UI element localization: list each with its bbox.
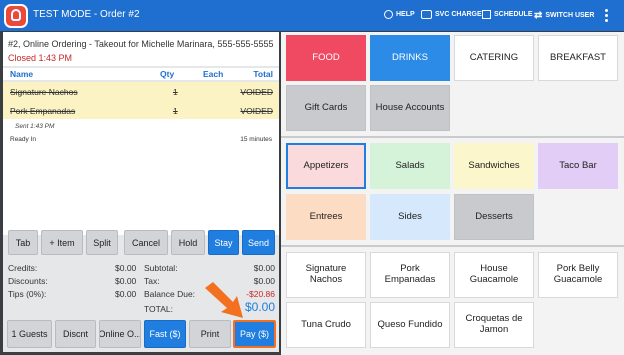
category-breakfast[interactable]: BREAKFAST — [538, 35, 618, 81]
order-item-row[interactable]: Signature Nachos 1 VOIDED — [3, 82, 279, 101]
order-columns: Name Qty Each Total — [3, 68, 279, 80]
total-label: TOTAL: — [144, 304, 173, 314]
svc-charge-button[interactable]: SVC CHARGE — [421, 10, 482, 19]
fast-pay-button[interactable]: Fast ($) — [144, 320, 186, 348]
sent-time: Sent 1:43 PM — [15, 123, 55, 130]
app-logo-icon[interactable] — [4, 4, 28, 28]
subcategory-sides[interactable]: Sides — [370, 194, 450, 240]
ready-in-label: Ready In — [10, 136, 37, 143]
cancel-button[interactable]: Cancel — [124, 230, 168, 255]
tax-value: $0.00 — [253, 276, 275, 286]
help-button[interactable]: HELP — [384, 10, 415, 19]
item-name: Pork Empanadas — [10, 106, 76, 116]
item-qty: 1 — [173, 106, 178, 116]
order-panel: #2, Online Ordering - Takeout for Michel… — [3, 32, 279, 352]
discounts-value: $0.00 — [115, 276, 137, 286]
subcategory-taco-bar[interactable]: Taco Bar — [538, 143, 618, 189]
menu-item-pork-empanadas[interactable]: Pork Empanadas — [370, 252, 450, 298]
discounts-label: Discounts: — [8, 276, 48, 286]
menu-item-croquetas-de-jamon[interactable]: Croquetas de Jamon — [454, 302, 534, 348]
guests-button[interactable]: 1 Guests — [7, 320, 52, 348]
col-total: Total — [253, 69, 273, 79]
order-item-row[interactable]: Pork Empanadas 1 VOIDED — [3, 101, 279, 120]
discount-button[interactable]: Discnt — [55, 320, 96, 348]
more-menu-icon[interactable] — [604, 9, 608, 22]
subtotal-label: Subtotal: — [144, 263, 178, 273]
order-header: #2, Online Ordering - Takeout for Michel… — [3, 32, 279, 66]
tax-label: Tax: — [144, 276, 160, 286]
item-total: VOIDED — [240, 87, 273, 97]
switch-user-button[interactable]: ⇄ SWITCH USER — [534, 10, 594, 21]
send-button[interactable]: Send — [242, 230, 275, 255]
col-qty: Qty — [160, 69, 175, 79]
category-catering[interactable]: CATERING — [454, 35, 534, 81]
subcategory-entrees[interactable]: Entrees — [286, 194, 366, 240]
credits-value: $0.00 — [115, 263, 137, 273]
svc-charge-icon — [421, 10, 432, 19]
stay-button[interactable]: Stay — [208, 230, 239, 255]
pay-pointer-arrow-icon — [205, 282, 243, 318]
ticket-area: Sent 1:43 PM Ready In 15 minutes — [3, 119, 279, 235]
tips-value: $0.00 — [115, 289, 137, 299]
subcategory-salads[interactable]: Salads — [370, 143, 450, 189]
subtotal-value: $0.00 — [253, 263, 275, 273]
add-item-button[interactable]: + Item — [41, 230, 83, 255]
help-icon — [384, 10, 393, 19]
category-drinks[interactable]: DRINKS — [370, 35, 450, 81]
order-title: TEST MODE - Order #2 — [33, 9, 140, 20]
shuffle-icon: ⇄ — [534, 10, 543, 21]
menu-item-queso-fundido[interactable]: Queso Fundido — [370, 302, 450, 348]
tab-button[interactable]: Tab — [8, 230, 38, 255]
col-name: Name — [10, 69, 34, 79]
print-button[interactable]: Print — [189, 320, 231, 348]
category-gift-cards[interactable]: Gift Cards — [286, 85, 366, 131]
item-qty: 1 — [173, 87, 178, 97]
ready-in-value: 15 minutes — [240, 136, 272, 143]
section-divider — [281, 136, 624, 138]
pay-button[interactable]: Pay ($) — [233, 320, 276, 348]
order-description: #2, Online Ordering - Takeout for Michel… — [8, 39, 274, 49]
subcategory-appetizers[interactable]: Appetizers — [286, 143, 366, 189]
schedule-button[interactable]: SCHEDULE — [482, 10, 533, 19]
category-house-accounts[interactable]: House Accounts — [370, 85, 450, 131]
menu-item-pork-belly-guacamole[interactable]: Pork Belly Guacamole — [538, 252, 618, 298]
category-food[interactable]: FOOD — [286, 35, 366, 81]
hold-button[interactable]: Hold — [171, 230, 205, 255]
top-bar: TEST MODE - Order #2 HELP SVC CHARGE SCH… — [0, 0, 624, 31]
subcategory-desserts[interactable]: Desserts — [454, 194, 534, 240]
col-each: Each — [203, 69, 224, 79]
subcategory-sandwiches[interactable]: Sandwiches — [454, 143, 534, 189]
menu-item-signature-nachos[interactable]: Signature Nachos — [286, 252, 366, 298]
menu-item-house-guacamole[interactable]: House Guacamole — [454, 252, 534, 298]
balance-due-label: Balance Due: — [144, 289, 196, 299]
calendar-icon — [482, 10, 491, 19]
section-divider — [281, 245, 624, 247]
credits-label: Credits: — [8, 263, 38, 273]
split-button[interactable]: Split — [86, 230, 118, 255]
menu-panel: FOOD DRINKS CATERING BREAKFAST Gift Card… — [281, 32, 624, 355]
online-order-button[interactable]: Online O... — [99, 320, 141, 348]
item-name: Signature Nachos — [10, 87, 78, 97]
menu-item-tuna-crudo[interactable]: Tuna Crudo — [286, 302, 366, 348]
tips-label: Tips (0%): — [8, 289, 47, 299]
item-total: VOIDED — [240, 106, 273, 116]
order-status: Closed 1:43 PM — [8, 53, 73, 63]
